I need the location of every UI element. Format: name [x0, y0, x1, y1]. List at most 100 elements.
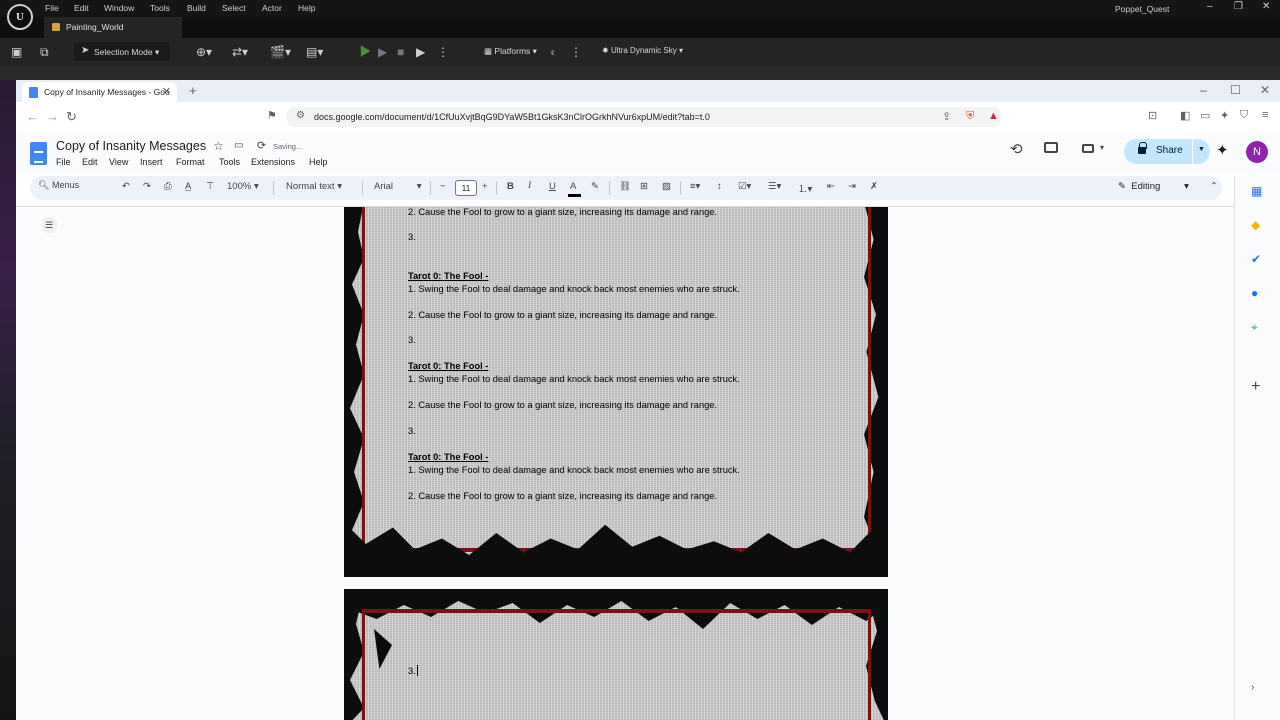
tasks-icon[interactable]: ✔ [1251, 252, 1261, 266]
spellcheck-icon[interactable]: A̲ [185, 181, 191, 192]
tarot-heading[interactable]: Tarot 0: The Fool - [408, 452, 488, 462]
paragraph-style-dropdown[interactable]: Normal text ▾ [286, 181, 342, 192]
share-button[interactable]: Share ▼ [1124, 139, 1210, 164]
extension-icon[interactable]: ⊡ [1148, 109, 1157, 122]
content-browser-icon[interactable]: ⧉ [40, 45, 49, 60]
meet-caret-icon[interactable]: ▾ [1100, 143, 1104, 152]
comments-icon[interactable] [1044, 142, 1058, 153]
star-icon[interactable]: ☆ [213, 139, 224, 153]
new-tab-icon[interactable]: + [189, 83, 197, 98]
move-folder-icon[interactable]: ▭ [234, 140, 243, 151]
expand-panel-icon[interactable]: › [1251, 682, 1254, 693]
doc-line[interactable]: 2. Cause the Fool to grow to a giant siz… [408, 400, 717, 410]
docs-menu-help[interactable]: Help [309, 157, 328, 167]
increase-indent-icon[interactable]: ⇥ [848, 181, 856, 192]
document-canvas[interactable]: ☰ 1 1 2 3 4 5 6 7 2. Cause the Fool to g… [16, 206, 1234, 720]
docs-menu-format[interactable]: Format [176, 157, 205, 167]
restore-icon[interactable]: ❐ [1234, 1, 1243, 12]
platforms-dropdown[interactable]: ▦ Platforms ▾ [484, 46, 537, 57]
browser-minimize-icon[interactable]: – [1200, 83, 1207, 97]
docs-menu-edit[interactable]: Edit [82, 157, 98, 167]
version-history-icon[interactable]: ⟲ [1010, 140, 1023, 158]
contacts-icon[interactable]: ● [1251, 286, 1258, 300]
more-icon[interactable]: ⋮ [437, 45, 449, 59]
tarot-heading[interactable]: Tarot 0: The Fool - [408, 271, 488, 281]
doc-line[interactable]: 1. Swing the Fool to deal damage and kno… [408, 465, 740, 475]
toolbar-more-icon[interactable]: ⋮ [570, 45, 582, 59]
ue-menu-build[interactable]: Build [187, 3, 206, 13]
ue-menu-tools[interactable]: Tools [150, 3, 170, 13]
zoom-dropdown[interactable]: 100% ▾ [227, 181, 259, 192]
link-icon[interactable]: ⛓ [619, 181, 631, 192]
blueprint-icon[interactable]: ⇄▾ [232, 45, 248, 59]
doc-line[interactable]: 3. [408, 665, 418, 676]
text-color-icon[interactable]: A [570, 181, 576, 192]
checklist-icon[interactable]: ☑▾ [738, 181, 751, 192]
add-actor-icon[interactable]: ⊕▾ [196, 45, 212, 59]
undo-icon[interactable]: ↶ [122, 181, 130, 192]
bulleted-list-icon[interactable]: ☰▾ [768, 181, 781, 192]
docs-menu-file[interactable]: File [56, 157, 71, 167]
doc-line[interactable]: 1. Swing the Fool to deal damage and kno… [408, 374, 740, 384]
reload-icon[interactable]: ↻ [66, 109, 77, 125]
ue-menu-actor[interactable]: Actor [262, 3, 282, 13]
font-dropdown[interactable]: Arial ▾ [374, 181, 422, 192]
decrease-indent-icon[interactable]: ⇤ [827, 181, 835, 192]
save-icon[interactable]: ▣ [11, 45, 22, 59]
ue-menu-help[interactable]: Help [298, 3, 315, 13]
site-info-icon[interactable]: ⚙ [296, 110, 305, 121]
doc-line[interactable]: 1. Swing the Fool to deal damage and kno… [408, 284, 740, 294]
leo-icon[interactable]: ✦ [1220, 109, 1229, 122]
document-page[interactable]: 2. Cause the Fool to grow to a giant siz… [344, 207, 888, 577]
brave-shield-icon[interactable]: ⛨ [966, 110, 974, 123]
insert-image-icon[interactable]: ▨ [662, 181, 671, 192]
tarot-heading[interactable]: Tarot 0: The Fool - [408, 361, 488, 371]
gemini-icon[interactable]: ✦ [1216, 141, 1229, 159]
doc-line[interactable]: 3. [408, 232, 416, 242]
disabled-tool-icon[interactable]: ◐ [550, 45, 557, 59]
increase-font-size-icon[interactable]: + [482, 181, 488, 192]
ultra-dynamic-sky-dropdown[interactable]: ✹ Ultra Dynamic Sky ▾ [602, 46, 683, 55]
document-outline-icon[interactable]: ☰ [41, 217, 57, 233]
maps-icon[interactable]: ⌖ [1251, 320, 1258, 335]
vpn-icon[interactable]: ⛉ [1240, 109, 1248, 122]
redo-icon[interactable]: ↷ [143, 181, 151, 192]
ue-viewport[interactable] [0, 80, 16, 720]
browser-maximize-icon[interactable]: ☐ [1230, 83, 1241, 97]
underline-icon[interactable]: U [549, 181, 556, 192]
docs-menu-insert[interactable]: Insert [140, 157, 163, 167]
highlight-icon[interactable]: ✎ [591, 181, 599, 192]
decrease-font-size-icon[interactable]: − [440, 181, 446, 192]
bold-icon[interactable]: B [507, 181, 514, 192]
cinematics-icon[interactable]: 🎬▾ [270, 45, 291, 59]
wallet-icon[interactable]: ▭ [1200, 109, 1210, 122]
close-icon[interactable]: ✕ [1262, 1, 1270, 12]
bookmark-icon[interactable]: ⚑ [267, 109, 277, 122]
search-menus-button[interactable]: 🔍︎ Menus [38, 180, 79, 191]
minimize-icon[interactable]: – [1207, 1, 1213, 12]
docs-menu-extensions[interactable]: Extensions [251, 157, 295, 167]
docs-logo-icon[interactable] [30, 142, 47, 165]
eject-icon[interactable]: ▶ [416, 45, 425, 59]
browser-tab[interactable]: Copy of Insanity Messages - Goo ✕ [22, 82, 177, 102]
doc-line[interactable]: 2. Cause the Fool to grow to a giant siz… [408, 207, 717, 217]
sidebar-icon[interactable]: ◧ [1180, 109, 1190, 122]
rewards-icon[interactable]: ▲ [988, 110, 999, 122]
numbered-list-icon[interactable]: ⒈▾ [798, 181, 812, 195]
align-icon[interactable]: ≡▾ [690, 181, 700, 192]
doc-line[interactable]: 3. [408, 426, 416, 436]
hide-menus-icon[interactable]: ⌃ [1210, 181, 1218, 192]
build-icon[interactable]: ▤▾ [306, 45, 323, 59]
selection-mode-dropdown[interactable]: ➤ Selection Mode ▾ [74, 42, 170, 61]
share-page-icon[interactable]: ⇪ [942, 110, 951, 123]
unreal-logo-icon[interactable]: U [7, 4, 33, 30]
paint-format-icon[interactable]: ⊤ [206, 181, 214, 192]
tab-close-icon[interactable]: ✕ [162, 85, 171, 98]
ue-level-tab[interactable]: Painting_World [44, 17, 182, 38]
add-comment-icon[interactable]: ⊞ [640, 181, 648, 192]
ue-menu-window[interactable]: Window [104, 3, 134, 13]
editing-mode-dropdown[interactable]: ✎ Editing ▾ [1118, 181, 1189, 192]
document-page[interactable]: 3. [344, 589, 888, 720]
line-spacing-icon[interactable]: ↕ [717, 181, 722, 192]
print-icon[interactable]: ⎙ [164, 181, 172, 192]
